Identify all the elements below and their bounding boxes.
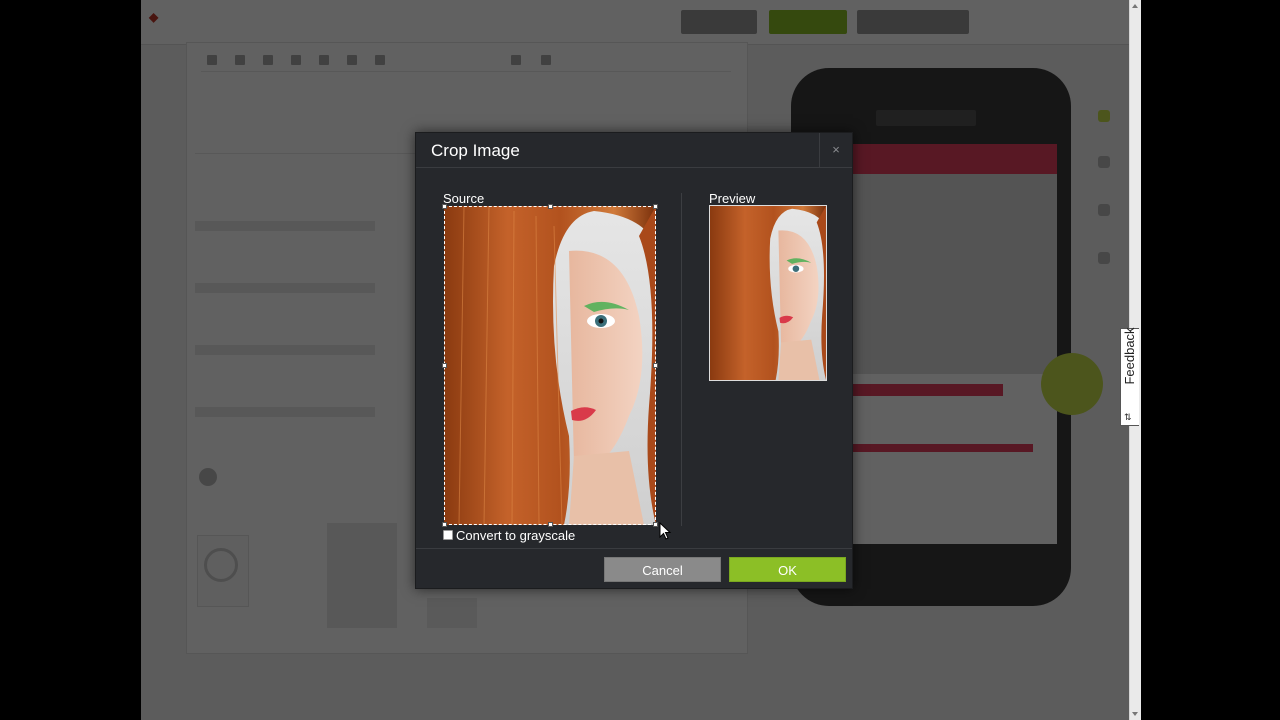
crop-image-dialog: Crop Image × Source Preview Convert to g…: [415, 132, 853, 589]
feedback-label: Feedback: [1122, 327, 1137, 385]
preview-image: [709, 205, 827, 381]
preview-label: Preview: [709, 191, 756, 206]
crop-handle-n[interactable]: [548, 204, 553, 209]
dialog-header: Crop Image ×: [416, 133, 852, 168]
ok-button[interactable]: OK: [729, 557, 846, 582]
crop-handle-e[interactable]: [653, 363, 658, 368]
dialog-footer-divider: [416, 548, 852, 549]
grayscale-label[interactable]: Convert to grayscale: [456, 528, 575, 543]
dialog-title: Crop Image: [431, 141, 520, 160]
screen: ◆: [0, 0, 1280, 720]
crop-handle-ne[interactable]: [653, 204, 658, 209]
mouse-cursor-icon: [659, 522, 672, 540]
sliders-icon: ⇅: [1124, 412, 1132, 422]
grayscale-checkbox[interactable]: [443, 530, 453, 540]
crop-handle-w[interactable]: [442, 363, 447, 368]
cancel-button[interactable]: Cancel: [604, 557, 721, 582]
feedback-tab[interactable]: Feedback ⇅: [1120, 327, 1139, 426]
scroll-up-icon[interactable]: [1132, 4, 1138, 8]
crop-handle-sw[interactable]: [442, 522, 447, 527]
crop-handle-s[interactable]: [548, 522, 553, 527]
close-icon[interactable]: ×: [828, 141, 844, 159]
source-label: Source: [443, 191, 485, 206]
crop-selection-box[interactable]: [442, 204, 658, 527]
preview-portrait: [710, 206, 826, 380]
panel-divider: [681, 193, 682, 526]
crop-handle-nw[interactable]: [442, 204, 447, 209]
scroll-down-icon[interactable]: [1132, 712, 1138, 716]
crop-handle-se[interactable]: [653, 522, 658, 527]
